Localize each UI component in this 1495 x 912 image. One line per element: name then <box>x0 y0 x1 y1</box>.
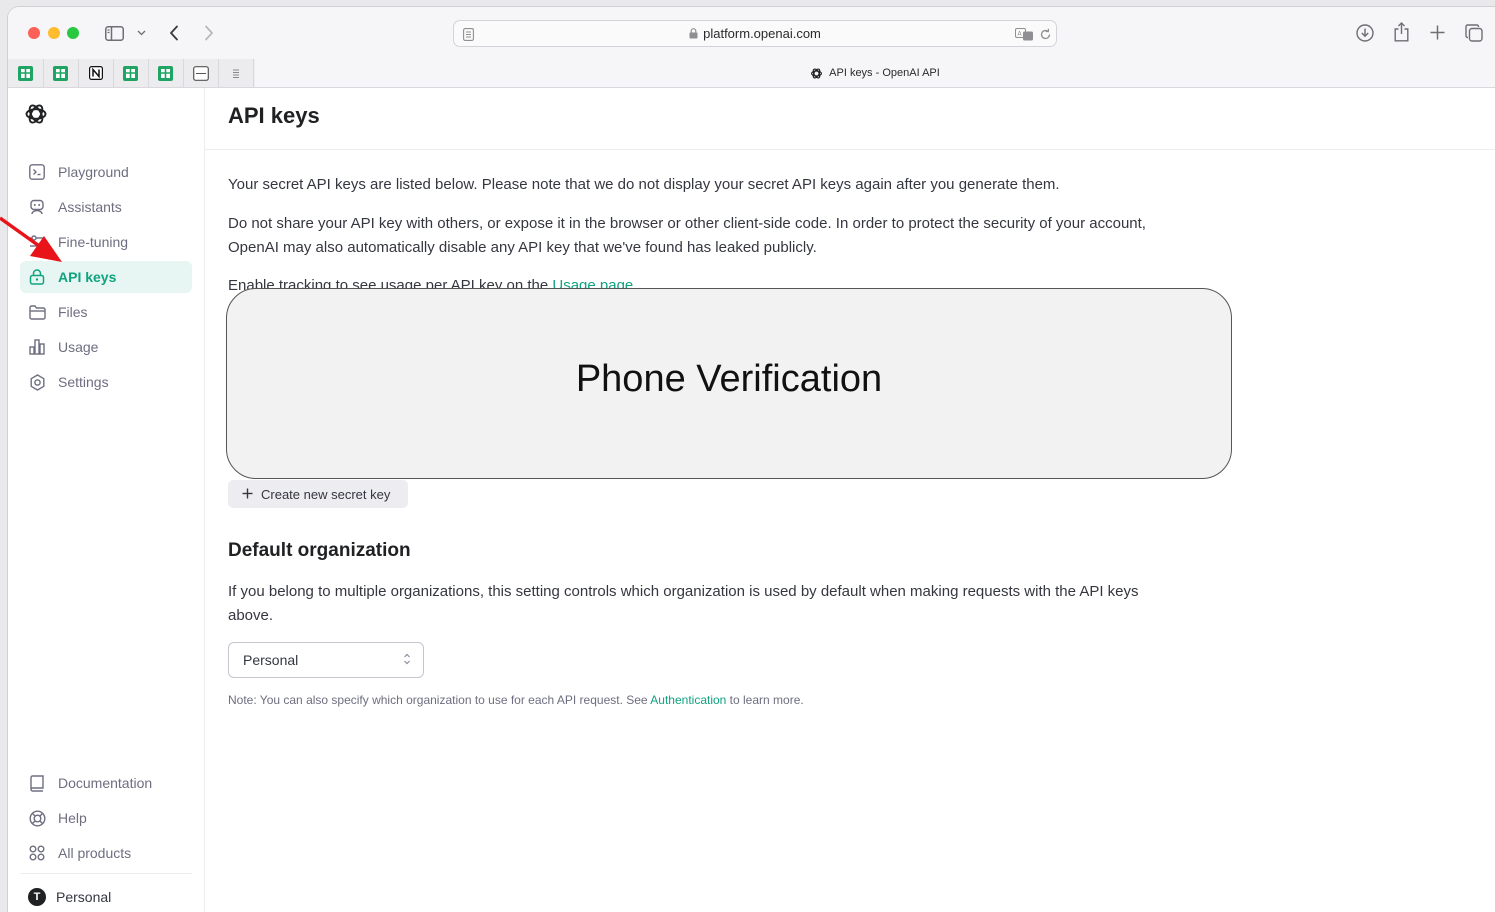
minimize-window-button[interactable] <box>48 27 60 39</box>
sidebar-item-label: API keys <box>58 269 117 285</box>
pinned-tab-doc[interactable] <box>218 59 254 87</box>
translate-icon[interactable]: A <box>1014 26 1034 42</box>
sidebar-item-label: Settings <box>58 374 109 390</box>
lock-icon <box>689 27 698 42</box>
sidebar-item-label: Usage <box>58 339 99 355</box>
sidebar-item-label: Fine-tuning <box>58 234 129 250</box>
main-content: API keys Your secret API keys are listed… <box>205 88 1495 912</box>
sheets-icon <box>53 65 68 81</box>
note-prefix: Note: You can also specify which organiz… <box>228 693 651 707</box>
default-org-title: Default organization <box>228 540 411 561</box>
phone-verification-overlay: Phone Verification <box>226 288 1232 479</box>
folder-icon <box>28 303 46 321</box>
avatar: T <box>28 888 46 906</box>
tab-overview-icon[interactable] <box>1464 23 1484 43</box>
downloads-icon[interactable] <box>1355 23 1375 43</box>
sidebar-item-documentation[interactable]: Documentation <box>20 767 192 799</box>
pinned-tab-sheets-1[interactable] <box>8 59 44 87</box>
pinned-tab-sheets-2[interactable] <box>43 59 79 87</box>
sidebar-item-api-keys[interactable]: API keys <box>20 261 192 293</box>
back-icon[interactable] <box>166 23 182 43</box>
sidebar-item-playground[interactable]: Playground <box>20 156 192 188</box>
sheets-icon <box>158 65 173 81</box>
address-bar[interactable]: platform.openai.com A <box>453 20 1057 47</box>
pinned-tab-notion[interactable] <box>78 59 114 87</box>
sidebar-item-label: Documentation <box>58 775 153 791</box>
reload-icon[interactable] <box>1037 26 1053 42</box>
active-tab[interactable]: API keys - OpenAI API <box>255 59 1495 87</box>
close-window-button[interactable] <box>28 27 40 39</box>
select-chevron-icon <box>403 652 411 669</box>
note-suffix: to learn more. <box>726 693 804 707</box>
sidebar-item-label: Files <box>58 304 88 320</box>
page-title: API keys <box>228 103 320 128</box>
openai-favicon-icon <box>811 68 823 78</box>
overlay-label: Phone Verification <box>575 358 883 400</box>
sidebar-item-files[interactable]: Files <box>20 296 192 328</box>
create-button-label: Create new secret key <box>261 486 391 502</box>
book-icon <box>28 774 46 792</box>
url-text: platform.openai.com <box>703 26 821 41</box>
sidebar-item-label: All products <box>58 845 132 861</box>
avatar-letter: T <box>33 891 41 903</box>
sidebar: Playground Assistants Fine-tuning API ke… <box>8 88 205 912</box>
new-tab-icon[interactable] <box>1428 23 1446 41</box>
lock-icon <box>28 268 46 286</box>
sidebar-item-all-products[interactable]: All products <box>20 837 192 869</box>
sidebar-item-assistants[interactable]: Assistants <box>20 191 192 223</box>
intro-text: Your secret API keys are listed below. P… <box>228 176 1060 193</box>
document-icon <box>232 69 239 78</box>
sheets-icon <box>123 65 138 81</box>
tab-bar: API keys - OpenAI API <box>8 59 1495 88</box>
url-display: platform.openai.com <box>454 26 1056 42</box>
account-switcher[interactable]: T Personal <box>20 881 192 912</box>
organization-select[interactable]: Personal <box>228 642 424 678</box>
zoom-window-button[interactable] <box>67 27 79 39</box>
grid-icon <box>28 844 46 862</box>
sidebar-toggle-icon[interactable] <box>104 24 124 42</box>
organization-select-value: Personal <box>243 652 299 668</box>
note-text: Note: You can also specify which organiz… <box>228 693 804 707</box>
page-header: API keys <box>205 88 1495 150</box>
pinned-tab-sheets-3[interactable] <box>113 59 149 87</box>
sidebar-item-help[interactable]: Help <box>20 802 192 834</box>
warning-text: Do not share your API key with others, o… <box>228 215 1146 256</box>
robot-icon <box>28 198 46 216</box>
terminal-icon <box>28 163 46 181</box>
sidebar-divider <box>20 873 192 874</box>
notion-icon <box>88 66 103 80</box>
sidebar-item-label: Playground <box>58 164 129 180</box>
sidebar-item-settings[interactable]: Settings <box>20 366 192 398</box>
tune-icon <box>28 233 46 251</box>
share-icon[interactable] <box>1392 21 1410 43</box>
pinned-tab-sheets-4[interactable] <box>148 59 184 87</box>
gear-icon <box>28 373 46 391</box>
authentication-link[interactable]: Authentication <box>650 693 726 707</box>
browser-window: platform.openai.com A API keys - OpenAI … <box>8 7 1495 912</box>
sidebar-item-usage[interactable]: Usage <box>20 331 192 363</box>
window-icon <box>192 65 209 81</box>
chevron-down-icon[interactable] <box>135 27 147 39</box>
browser-toolbar: platform.openai.com A <box>8 7 1495 59</box>
default-org-description: If you belong to multiple organizations,… <box>228 583 1139 624</box>
bar-chart-icon <box>28 338 46 356</box>
pinned-tab-window[interactable] <box>183 59 219 87</box>
lifebuoy-icon <box>28 809 46 827</box>
create-secret-key-button[interactable]: Create new secret key <box>228 480 408 508</box>
sidebar-item-fine-tuning[interactable]: Fine-tuning <box>20 226 192 258</box>
sidebar-item-label: Help <box>58 810 87 826</box>
sheets-icon <box>18 65 33 81</box>
account-label: Personal <box>56 889 112 905</box>
openai-logo-icon[interactable] <box>24 102 48 131</box>
plus-icon <box>242 487 253 502</box>
svg-text:A: A <box>1017 30 1022 37</box>
tab-title: API keys - OpenAI API <box>829 67 940 79</box>
forward-icon[interactable] <box>201 23 217 43</box>
sidebar-item-label: Assistants <box>58 199 122 215</box>
